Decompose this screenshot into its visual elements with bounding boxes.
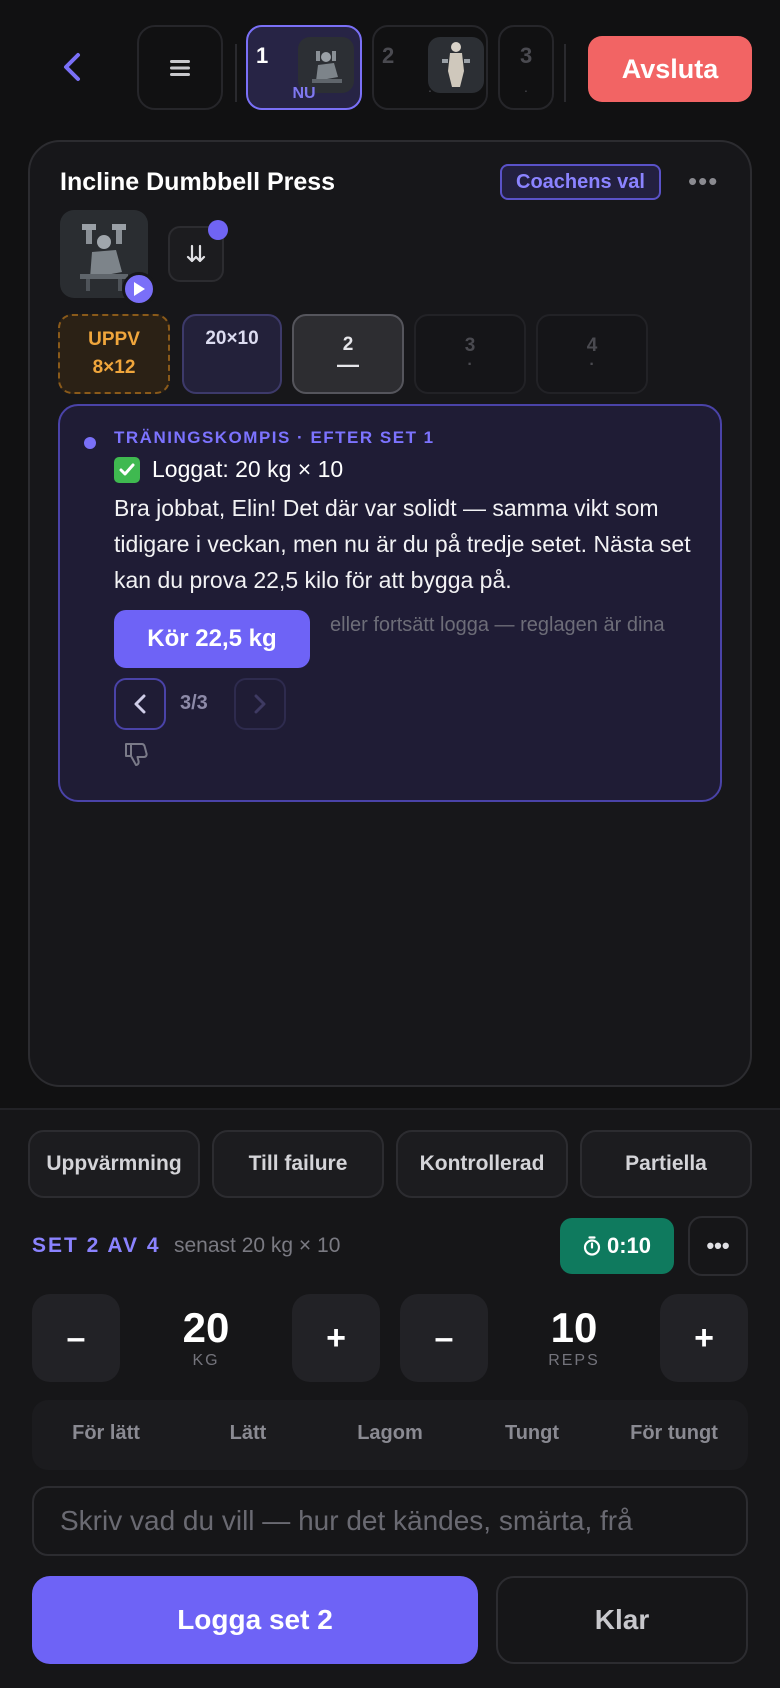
done-button[interactable]: Klar [496, 1576, 748, 1664]
set-chip-value: 8×12 [92, 357, 136, 378]
timer-value: 0:10 [606, 1233, 652, 1258]
effort-too-easy[interactable]: För lätt [36, 1422, 176, 1445]
set-chip-4[interactable]: 4 · [536, 314, 648, 394]
set-chip-value: · [589, 356, 595, 373]
reps-unit: REPS [548, 1352, 600, 1369]
effort-hard[interactable]: Tungt [462, 1422, 602, 1445]
reps-decrease-button[interactable]: – [400, 1294, 488, 1382]
more-options-button[interactable]: ••• [688, 1216, 748, 1276]
tag-controlled-button[interactable]: Kontrollerad [396, 1130, 568, 1198]
weight-value: 20 [182, 1304, 230, 1351]
back-button[interactable] [52, 45, 92, 89]
more-dots-icon: ••• [706, 1233, 730, 1258]
exercise-tab-status: · [427, 82, 433, 98]
exercise-tab-number: 3 [520, 43, 533, 68]
set-chip-value: · [467, 356, 473, 373]
swap-arrows-icon [186, 244, 206, 263]
effort-easy[interactable]: Lätt [178, 1422, 318, 1445]
chevron-left-icon [134, 694, 146, 714]
set-chip-label: 3 [464, 335, 476, 356]
set-chip-value: — [337, 352, 359, 377]
play-video-button[interactable] [122, 272, 156, 306]
logged-line: Loggat: 20 kg × 10 [114, 456, 343, 483]
status-dot [84, 437, 96, 449]
play-icon [134, 282, 145, 296]
logged-text: Loggat: 20 kg × 10 [152, 456, 344, 482]
apply-suggestion-button[interactable]: Kör 22,5 kg [114, 610, 310, 668]
weight-unit: KG [192, 1352, 220, 1369]
reps-increase-button[interactable]: + [660, 1294, 748, 1382]
check-icon [114, 456, 140, 483]
message-text: Bra jobbat, Elin! Det där var solidt — s… [114, 495, 691, 593]
effort-moderate[interactable]: Lagom [320, 1422, 460, 1445]
previous-message-button[interactable] [114, 678, 166, 730]
set-chip-3[interactable]: 3 · [414, 314, 526, 394]
divider [235, 44, 237, 102]
exercise-tab-status: · [523, 82, 529, 98]
weight-increase-button[interactable]: + [292, 1294, 380, 1382]
effort-too-hard[interactable]: För tungt [604, 1422, 744, 1445]
more-options-icon[interactable]: ••• [688, 166, 718, 197]
set-chip-1[interactable]: 20×10 [182, 314, 282, 394]
set-chip-label: UPPV [88, 329, 140, 350]
message-pager: 3/3 [180, 692, 208, 714]
exercise-tab-number: 1 [256, 43, 269, 68]
set-counter: SET 2 AV 4 [32, 1234, 161, 1257]
log-set-button[interactable]: Logga set 2 [32, 1576, 478, 1664]
chevron-left-icon [64, 53, 80, 81]
next-message-button[interactable] [234, 678, 286, 730]
thumbs-down-icon[interactable] [122, 740, 150, 773]
tag-warmup-button[interactable]: Uppvärmning [28, 1130, 200, 1198]
menu-button[interactable] [137, 25, 223, 110]
suggestion-hint: eller fortsätt logga — reglagen är dina [330, 614, 665, 636]
exercise-tab-3[interactable]: 3 · [498, 25, 554, 110]
weight-display: 20 KG [126, 1306, 286, 1370]
hamburger-icon [170, 59, 190, 76]
chevron-right-icon [254, 694, 266, 714]
set-chip-2[interactable]: 2 — [292, 314, 404, 394]
weight-decrease-button[interactable]: – [32, 1294, 120, 1382]
note-input[interactable]: Skriv vad du vill — hur det kändes, smär… [32, 1486, 748, 1556]
top-bar: 1 NU 2 · 3 · Avsluta [0, 0, 780, 124]
set-chip-label: 20×10 [205, 328, 259, 349]
exercise-tab-number: 2 [382, 43, 395, 68]
exercise-tab-2[interactable]: 2 · [372, 25, 488, 110]
divider [564, 44, 566, 102]
reps-value: 10 [550, 1304, 598, 1351]
tag-to-failure-button[interactable]: Till failure [212, 1130, 384, 1198]
coach-choice-badge: Coachens val [500, 164, 661, 200]
stopwatch-icon [583, 1236, 601, 1256]
reps-display: 10 REPS [494, 1306, 654, 1370]
set-chip-warmup[interactable]: UPPV 8×12 [58, 314, 170, 394]
note-placeholder: Skriv vad du vill — hur det kändes, smär… [60, 1505, 633, 1536]
message-heading: TRÄNINGSKOMPIS · EFTER SET 1 [114, 428, 435, 447]
notification-dot [208, 220, 228, 240]
exercise-tab-1[interactable]: 1 NU [246, 25, 362, 110]
tag-partials-button[interactable]: Partiella [580, 1130, 752, 1198]
set-chip-label: 4 [586, 335, 598, 356]
logging-panel: Uppvärmning Till failure Kontrollerad Pa… [0, 1108, 780, 1688]
exercise-card: Incline Dumbbell Press Coachens val ••• … [28, 140, 752, 1087]
exercise-title: Incline Dumbbell Press [60, 168, 336, 196]
last-set-info: senast 20 kg × 10 [174, 1234, 341, 1257]
exercise-tab-status: NU [292, 85, 316, 102]
exit-button[interactable]: Avsluta [588, 36, 752, 102]
training-buddy-message: TRÄNINGSKOMPIS · EFTER SET 1 Loggat: 20 … [58, 404, 722, 802]
rest-timer-button[interactable]: 0:10 [560, 1218, 674, 1274]
effort-rating: För lätt Lätt Lagom Tungt För tungt [32, 1400, 748, 1470]
